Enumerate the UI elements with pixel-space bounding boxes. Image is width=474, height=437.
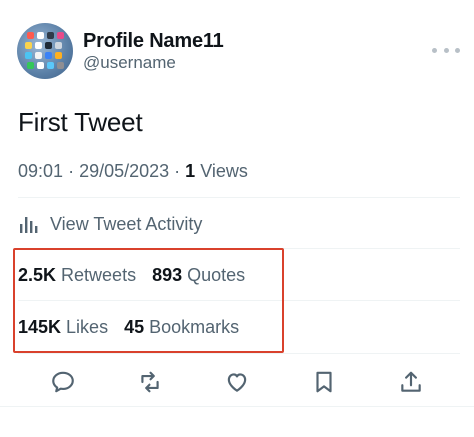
retweets-stat[interactable]: 2.5K Retweets [18,265,136,286]
retweets-count: 2.5K [18,264,62,285]
bookmark-icon [316,371,332,393]
views-count: 1 [185,161,201,181]
share-icon [401,371,421,392]
more-options-icon[interactable] [432,44,460,56]
bookmark-button[interactable] [308,366,340,398]
stats-row: 2.5K Retweets 893 Quotes [18,260,261,290]
likes-label: Likes [66,316,109,337]
tweet-time: 09:01 [18,161,64,181]
divider [18,197,460,198]
like-button[interactable] [221,366,253,398]
profile-name[interactable]: Profile Name11 [83,30,224,53]
tweet-text: First Tweet [18,107,143,137]
quotes-label: Quotes [187,264,246,285]
view-tweet-activity-label: View Tweet Activity [50,213,203,234]
tweet-date: 29/05/2023 [79,161,170,181]
tweet-detail: Profile Name11 @username First Tweet 09:… [0,0,474,437]
retweet-button[interactable] [134,366,166,398]
retweets-label: Retweets [61,264,137,285]
bar-chart-icon [20,217,38,233]
divider [18,300,460,301]
divider [0,406,474,407]
likes-stat[interactable]: 145K Likes [18,317,108,338]
bookmarks-count: 45 [124,316,150,337]
bookmarks-stat[interactable]: 45 Bookmarks [124,317,239,338]
retweet-icon [141,371,159,393]
reply-button[interactable] [47,366,79,398]
like-icon [227,373,247,392]
bookmarks-label: Bookmarks [149,316,240,337]
meta-separator: · [174,161,186,181]
divider [18,353,460,354]
likes-count: 145K [18,316,67,337]
quotes-stat[interactable]: 893 Quotes [152,265,245,286]
avatar[interactable] [17,23,73,79]
divider [18,248,460,249]
username[interactable]: @username [83,53,176,73]
reply-icon [52,371,74,393]
meta-separator: · [68,161,80,181]
tweet-meta: 09:01 · 29/05/2023 · 1 Views [18,161,248,182]
share-button[interactable] [395,366,427,398]
view-tweet-activity-link[interactable]: View Tweet Activity [18,211,202,237]
stats-row: 145K Likes 45 Bookmarks [18,312,255,342]
views-label: Views [200,161,248,181]
tweet-actions-bar [0,366,474,398]
quotes-count: 893 [152,264,188,285]
